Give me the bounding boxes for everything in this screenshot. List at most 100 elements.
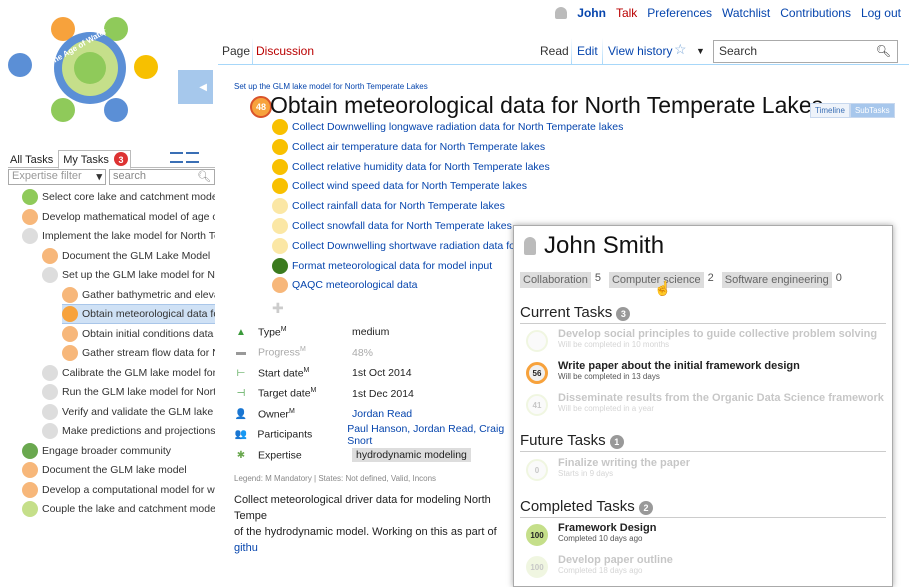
profile-task-item[interactable]: 56 Write paper about the initial framewor… xyxy=(526,360,800,384)
task-status-icon xyxy=(62,306,78,322)
property-row: ⊢ Start dateM 1st Oct 2014 xyxy=(234,363,524,383)
subtask-item[interactable]: Collect Downwelling longwave radiation d… xyxy=(272,118,623,136)
property-value: 1st Oct 2014 xyxy=(352,367,412,379)
description-link[interactable]: githu xyxy=(234,542,258,554)
watchlist-link[interactable]: Watchlist xyxy=(722,6,770,20)
task-search-input[interactable]: search 🔍︎ xyxy=(109,169,215,185)
subtask-link[interactable]: Collect air temperature data for North T… xyxy=(292,141,545,153)
property-icon: 👥 xyxy=(234,429,247,440)
property-icon: ⊣ xyxy=(236,388,246,399)
task-text: Disseminate results from the Organic Dat… xyxy=(558,392,884,413)
task-title: Disseminate results from the Organic Dat… xyxy=(558,392,884,404)
tree-item[interactable]: Make predictions and projections to xyxy=(42,421,215,441)
tree-item[interactable]: Set up the GLM lake model for North xyxy=(42,265,215,285)
subtask-link[interactable]: Collect Downwelling shortwave radiation … xyxy=(292,240,547,252)
tree-item[interactable]: Obtain meteorological data for N xyxy=(62,304,215,324)
tree-item-label: Gather bathymetric and elevatic xyxy=(82,288,215,301)
page-search-input[interactable]: Search 🔍︎ xyxy=(713,40,898,63)
tree-view-icon[interactable] xyxy=(170,152,183,163)
breadcrumb[interactable]: Set up the GLM lake model for North Temp… xyxy=(234,82,428,91)
subtask-item[interactable]: Collect Downwelling shortwave radiation … xyxy=(272,237,547,255)
profile-task-item[interactable]: 0 Finalize writing the paper Starts in 9 d… xyxy=(526,457,690,481)
tree-item-label: Set up the GLM lake model for North xyxy=(62,269,215,281)
tree-item-label: Obtain meteorological data for N xyxy=(82,308,215,320)
subtasks-view-button[interactable]: SubTasks xyxy=(849,103,895,118)
tree-item-label: Make predictions and projections to xyxy=(62,425,215,437)
subtask-link[interactable]: Collect snowfall data for North Temperat… xyxy=(292,220,512,232)
tree-item[interactable]: Develop mathematical model of age of wa xyxy=(22,207,215,227)
tree-item[interactable]: Implement the lake model for North Temp xyxy=(22,226,215,246)
profile-task-item[interactable]: 41 Disseminate results from the Organic D… xyxy=(526,392,884,416)
task-status-icon xyxy=(42,267,58,283)
subtask-item[interactable]: QAQC meteorological data xyxy=(272,276,417,294)
tree-item[interactable]: Couple the lake and catchment models xyxy=(22,499,215,519)
site-logo[interactable]: The Age of Water xyxy=(8,10,178,122)
user-link[interactable]: John xyxy=(577,6,606,20)
preferences-link[interactable]: Preferences xyxy=(647,6,712,20)
expertise-tags: Collaboration 5 Computer science 2 Software … xyxy=(520,272,846,288)
subtask-status-icon xyxy=(272,257,288,274)
search-icon[interactable]: 🔍︎ xyxy=(876,44,891,58)
task-status-icon xyxy=(42,247,58,264)
tab-all-tasks[interactable]: All Tasks xyxy=(8,153,55,167)
tree-item[interactable]: Verify and validate the GLM lake mo xyxy=(42,402,215,422)
subtask-status-icon xyxy=(272,138,288,155)
tree-item[interactable]: Run the GLM lake model for North T xyxy=(42,382,215,402)
subtask-item[interactable]: Collect rainfall data for North Temperat… xyxy=(272,197,505,215)
subtask-item[interactable]: Collect relative humidity data for North… xyxy=(272,158,550,176)
subtask-item[interactable]: Collect air temperature data for North T… xyxy=(272,138,545,156)
property-value[interactable]: Paul Hanson, Jordan Read, Craig Snort xyxy=(347,423,524,447)
subtask-link[interactable]: Collect relative humidity data for North… xyxy=(292,161,550,173)
tree-item[interactable]: Document the GLM Lake Model xyxy=(42,246,215,266)
subtask-link[interactable]: Collect rainfall data for North Temperat… xyxy=(292,200,505,212)
subtask-item[interactable]: Collect snowfall data for North Temperat… xyxy=(272,217,512,235)
contributions-link[interactable]: Contributions xyxy=(780,6,851,20)
subtask-link[interactable]: Collect Downwelling longwave radiation d… xyxy=(292,121,623,133)
watch-star-icon[interactable]: ☆ xyxy=(670,41,691,58)
profile-task-item[interactable]: 100 Framework Design Completed 10 days ago xyxy=(526,522,656,546)
tab-discussion[interactable]: Discussion xyxy=(252,44,318,58)
tab-my-tasks[interactable]: My Tasks 3 xyxy=(58,150,131,169)
profile-task-item[interactable]: Develop social principles to guide colle… xyxy=(526,328,877,352)
profile-task-item[interactable]: 100 Develop paper outline Completed 18 day… xyxy=(526,554,673,578)
subtask-item[interactable]: Collect wind speed data for North Temper… xyxy=(272,177,527,195)
tab-my-tasks-label: My Tasks xyxy=(63,154,109,166)
more-actions-dropdown[interactable]: ▼ xyxy=(692,46,709,56)
filter-row: Expertise filter ▾ search 🔍︎ xyxy=(8,169,215,185)
tree-view-tools xyxy=(170,152,199,163)
list-view-icon[interactable] xyxy=(186,152,199,163)
property-value[interactable]: Jordan Read xyxy=(352,408,412,420)
notification-icon[interactable] xyxy=(555,7,568,19)
dropdown-arrow-icon: ▾ xyxy=(96,171,102,183)
tree-item[interactable]: Obtain initial conditions data for xyxy=(62,324,215,344)
timeline-view-button[interactable]: Timeline xyxy=(810,103,850,118)
subtask-link[interactable]: Format meteorological data for model inp… xyxy=(292,260,492,272)
task-status: Completed 10 days ago xyxy=(558,534,643,543)
tree-item-label: Couple the lake and catchment models xyxy=(42,503,215,515)
expertise-filter-select[interactable]: Expertise filter ▾ xyxy=(8,169,106,185)
collapse-sidebar-button[interactable]: ◀ xyxy=(178,70,213,104)
tab-page[interactable]: Page xyxy=(218,44,254,58)
tree-item[interactable]: Select core lake and catchment models xyxy=(22,187,215,207)
talk-link[interactable]: Talk xyxy=(616,6,637,20)
tree-item[interactable]: Calibrate the GLM lake model for No xyxy=(42,363,215,383)
subtask-status-icon xyxy=(272,237,288,254)
tree-item[interactable]: Engage broader community xyxy=(22,441,215,461)
add-subtask-icon[interactable]: ✚ xyxy=(272,300,284,317)
expertise-tag[interactable]: Collaboration xyxy=(520,272,591,288)
tree-item[interactable]: Gather stream flow data for Nor xyxy=(62,343,215,363)
tree-item-label: Select core lake and catchment models xyxy=(42,191,215,203)
tree-item[interactable]: Develop a computational model for water xyxy=(22,480,215,500)
subtask-link[interactable]: QAQC meteorological data xyxy=(292,279,417,291)
tab-view-history[interactable]: View history xyxy=(604,44,676,58)
property-value[interactable]: hydrodynamic modeling xyxy=(352,448,471,462)
subtask-item[interactable]: Format meteorological data for model inp… xyxy=(272,257,492,275)
expertise-tag[interactable]: Software engineering xyxy=(721,272,832,288)
tree-item[interactable]: Gather bathymetric and elevatic xyxy=(62,285,215,305)
tab-edit[interactable]: Edit xyxy=(573,44,602,58)
logout-link[interactable]: Log out xyxy=(861,6,901,20)
task-status: Will be completed in a year xyxy=(558,404,655,413)
subtask-link[interactable]: Collect wind speed data for North Temper… xyxy=(292,180,527,192)
tree-item[interactable]: Document the GLM lake model xyxy=(22,460,215,480)
tab-read[interactable]: Read xyxy=(536,44,573,58)
